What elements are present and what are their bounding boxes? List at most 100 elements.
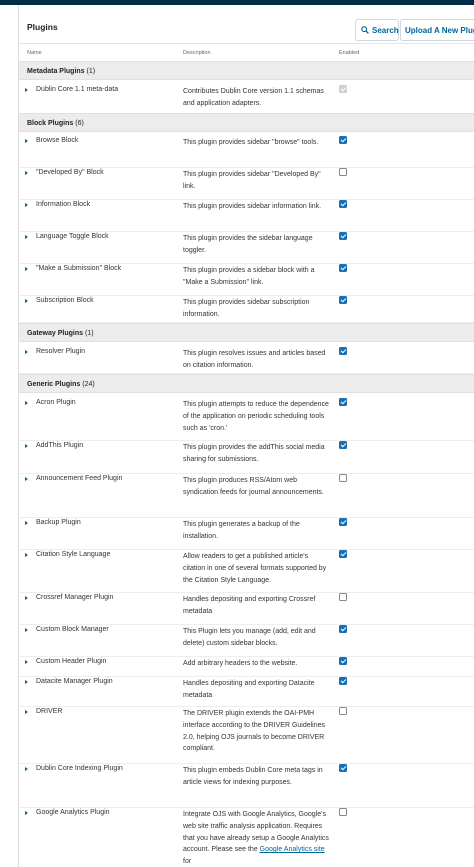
plugin-description-text: Handles depositing and exporting Crossre… [183,596,316,615]
plugin-description-text: This plugin provides the sidebar languag… [183,235,313,254]
enabled-checkbox[interactable] [339,347,347,355]
plugin-description-text: Allow readers to get a published article… [183,553,327,584]
category-header: Gateway Plugins (1) [19,323,474,342]
plugin-description: This plugin provides sidebar subscriptio… [183,297,331,321]
enabled-checkbox[interactable] [339,550,347,558]
expand-caret-icon[interactable] [25,203,28,207]
plugin-name[interactable]: Backup Plugin [36,519,81,526]
plugin-row: Announcement Feed Plugin This plugin prod… [19,474,474,518]
plugin-name[interactable]: Announcement Feed Plugin [36,475,122,482]
expand-caret-icon[interactable] [25,628,28,632]
plugin-description: Handles depositing and exporting Crossre… [183,594,331,618]
plugin-row: Language Toggle Block This plugin provide… [19,232,474,264]
plugin-description-text: This plugin provides sidebar "Developed … [183,171,321,190]
plugin-name[interactable]: "Make a Submission" Block [36,265,121,272]
search-button[interactable]: Search [355,19,399,41]
plugin-description-text: This plugin provides sidebar "browse" to… [183,139,319,146]
plugin-row: Information Block This plugin provides si… [19,200,474,232]
plugin-description: This plugin attempts to reduce the depen… [183,399,331,434]
enabled-checkbox[interactable] [339,764,347,772]
plugin-description: This plugin generates a backup of the in… [183,519,331,543]
plugin-row: "Make a Submission" Block This plugin pro… [19,264,474,296]
expand-caret-icon[interactable] [25,299,28,303]
plugin-name[interactable]: Acron Plugin [36,399,76,406]
enabled-checkbox[interactable] [339,677,347,685]
plugin-description-text: Add arbitrary headers to the website. [183,660,298,667]
expand-caret-icon[interactable] [25,444,28,448]
expand-caret-icon[interactable] [25,710,28,714]
plugin-name[interactable]: Language Toggle Block [36,233,109,240]
plugin-row: Subscription Block This plugin provides s… [19,296,474,323]
enabled-checkbox [339,85,347,93]
plugin-row: Google Analytics Plugin Integrate OJS wit… [19,808,474,867]
expand-caret-icon[interactable] [25,139,28,143]
expand-caret-icon[interactable] [25,680,28,684]
expand-caret-icon[interactable] [25,660,28,664]
enabled-checkbox[interactable] [339,136,347,144]
enabled-checkbox[interactable] [339,168,347,176]
category-title: Block Plugins (6) [27,120,84,127]
plugin-name[interactable]: "Developed By" Block [36,169,104,176]
enabled-checkbox[interactable] [339,657,347,665]
plugin-description: This plugin embeds Dublin Core meta tags… [183,765,331,789]
plugin-name[interactable]: Custom Header Plugin [36,658,106,665]
expand-caret-icon[interactable] [25,767,28,771]
category-header: Generic Plugins (24) [19,374,474,393]
plugin-name[interactable]: Information Block [36,201,90,208]
plugin-name[interactable]: Subscription Block [36,297,94,304]
plugin-description: The DRIVER plugin extends the OAI-PMH in… [183,708,331,755]
enabled-checkbox[interactable] [339,200,347,208]
plugin-description: This Plugin lets you manage (add, edit a… [183,626,331,650]
enabled-checkbox[interactable] [339,518,347,526]
plugin-name[interactable]: Dublin Core 1.1 meta-data [36,86,118,93]
enabled-checkbox[interactable] [339,707,347,715]
enabled-checkbox[interactable] [339,625,347,633]
enabled-checkbox[interactable] [339,398,347,406]
expand-caret-icon[interactable] [25,171,28,175]
expand-caret-icon[interactable] [25,811,28,815]
plugin-description-text: This plugin provides sidebar information… [183,203,322,210]
enabled-checkbox[interactable] [339,474,347,482]
plugin-row: Dublin Core Indexing Plugin This plugin e… [19,764,474,808]
plugin-name[interactable]: Google Analytics Plugin [36,809,110,816]
category-count: (24) [80,381,95,388]
plugin-row: Resolver Plugin This plugin resolves issu… [19,347,474,374]
plugin-name[interactable]: Resolver Plugin [36,348,85,355]
plugin-row: Datacite Manager Plugin Handles depositin… [19,677,474,707]
plugin-name[interactable]: DRIVER [36,708,62,715]
plugin-name[interactable]: Citation Style Language [36,551,110,558]
expand-caret-icon[interactable] [25,521,28,525]
expand-caret-icon[interactable] [25,477,28,481]
expand-caret-icon[interactable] [25,401,28,405]
plugin-name[interactable]: Browse Block [36,137,78,144]
expand-caret-icon[interactable] [25,350,28,354]
enabled-checkbox[interactable] [339,593,347,601]
enabled-checkbox[interactable] [339,232,347,240]
plugin-description: This plugin produces RSS/Atom web syndic… [183,475,331,499]
expand-caret-icon[interactable] [25,553,28,557]
plugin-row: Acron Plugin This plugin attempts to redu… [19,398,474,441]
plugin-name[interactable]: AddThis Plugin [36,442,83,449]
enabled-checkbox[interactable] [339,264,347,272]
plugin-name[interactable]: Crossref Manager Plugin [36,594,113,601]
plugin-row: Custom Block Manager This Plugin lets you… [19,625,474,657]
plugin-description: This plugin resolves issues and articles… [183,348,331,372]
plugin-name[interactable]: Custom Block Manager [36,626,109,633]
upload-plugin-button[interactable]: Upload A New Plugin [400,19,474,41]
category-header: Metadata Plugins (1) [19,61,474,80]
enabled-checkbox[interactable] [339,808,347,816]
enabled-checkbox[interactable] [339,441,347,449]
enabled-checkbox[interactable] [339,296,347,304]
expand-caret-icon[interactable] [25,267,28,271]
expand-caret-icon[interactable] [25,235,28,239]
plugin-description-text: This plugin resolves issues and articles… [183,350,326,369]
google-analytics-site-link[interactable]: Google Analytics site [260,846,325,853]
plugin-row: "Developed By" Block This plugin provides… [19,168,474,200]
expand-caret-icon[interactable] [25,88,28,92]
plugin-name[interactable]: Datacite Manager Plugin [36,678,113,685]
plugin-name[interactable]: Dublin Core Indexing Plugin [36,765,123,772]
expand-caret-icon[interactable] [25,596,28,600]
plugin-description: Add arbitrary headers to the website. [183,658,331,670]
plugin-row: Crossref Manager Plugin Handles depositin… [19,593,474,625]
plugin-description-text: Handles depositing and exporting Datacit… [183,680,315,699]
